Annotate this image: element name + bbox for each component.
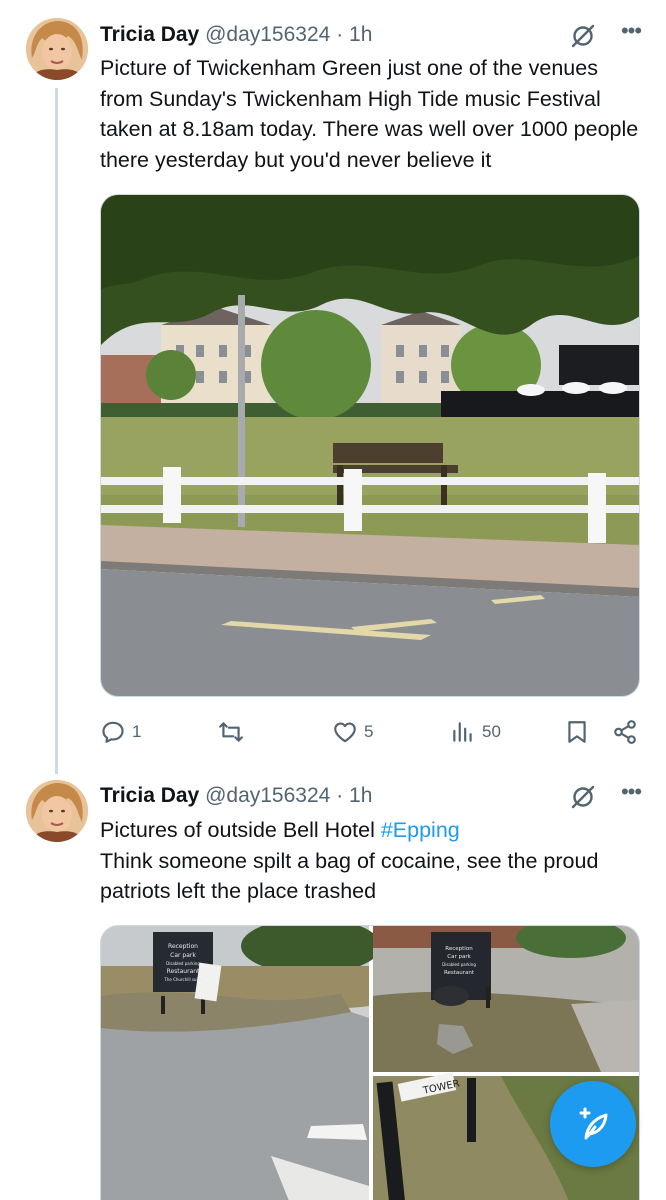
sign-text: Restaurant bbox=[444, 970, 475, 976]
tweet-1[interactable]: Tricia Day @day156324 · 1h ••• Picture o… bbox=[0, 0, 666, 775]
heart-icon bbox=[334, 722, 356, 743]
views-icon bbox=[453, 722, 472, 742]
tweet-text-rest: Think someone spilt a bag of cocaine, se… bbox=[100, 848, 599, 904]
sign-text: Disabled parking bbox=[166, 961, 200, 966]
tweet-header: Tricia Day @day156324 · 1h ••• bbox=[100, 20, 646, 50]
sign-text: Reception bbox=[168, 943, 198, 950]
tweet-text: Pictures of outside Bell Hotel #Epping T… bbox=[100, 815, 645, 907]
tweet-actions: 1 5 50 bbox=[100, 717, 645, 747]
tweet-photo[interactable] bbox=[100, 194, 640, 697]
like-button[interactable]: 5 bbox=[332, 717, 373, 747]
views-button[interactable]: 50 bbox=[450, 717, 501, 747]
bookmark-icon bbox=[568, 721, 586, 743]
tweet-photo-1[interactable]: Reception Car park Disabled parking Rest… bbox=[101, 926, 381, 1200]
author-name[interactable]: Tricia Day bbox=[100, 23, 199, 46]
share-button[interactable] bbox=[612, 717, 638, 747]
hashtag-link[interactable]: #Epping bbox=[381, 818, 460, 842]
sign-text: Reception bbox=[445, 946, 473, 952]
bookmark-button[interactable] bbox=[564, 717, 590, 747]
like-count: 5 bbox=[364, 722, 374, 741]
timestamp[interactable]: 1h bbox=[349, 23, 372, 46]
more-icon[interactable]: ••• bbox=[616, 20, 646, 50]
separator: · bbox=[336, 23, 344, 46]
separator: · bbox=[336, 784, 344, 807]
reply-icon bbox=[102, 721, 124, 743]
author-handle[interactable]: @day156324 bbox=[205, 784, 330, 807]
sign-text: Car park bbox=[447, 954, 471, 960]
more-icon[interactable]: ••• bbox=[616, 781, 646, 811]
reply-count: 1 bbox=[132, 722, 142, 741]
tweet-text-start: Pictures of outside Bell Hotel bbox=[100, 818, 381, 842]
repost-icon bbox=[219, 722, 243, 742]
grok-icon[interactable] bbox=[570, 23, 596, 49]
avatar[interactable] bbox=[26, 780, 88, 842]
timestamp[interactable]: 1h bbox=[349, 784, 372, 807]
sign-text: Disabled parking bbox=[442, 962, 476, 967]
compose-icon bbox=[579, 1107, 608, 1140]
sign-text: The Churchill suite bbox=[163, 977, 202, 982]
grok-icon[interactable] bbox=[570, 784, 596, 810]
thread-line bbox=[55, 88, 58, 774]
compose-button[interactable] bbox=[550, 1081, 636, 1167]
author-name[interactable]: Tricia Day bbox=[100, 784, 199, 807]
views-count: 50 bbox=[482, 722, 501, 741]
sign-text: Car park bbox=[170, 952, 196, 959]
sign-text: Restaurant bbox=[167, 968, 200, 975]
repost-button[interactable] bbox=[218, 717, 250, 747]
avatar[interactable] bbox=[26, 18, 88, 80]
tweet-photo-2[interactable]: Reception Car park Disabled parking Rest… bbox=[373, 926, 640, 1072]
reply-button[interactable]: 1 bbox=[100, 717, 141, 747]
tweet-text: Picture of Twickenham Green just one of … bbox=[100, 56, 639, 172]
author-handle[interactable]: @day156324 bbox=[205, 23, 330, 46]
tweet-photo-grid: Reception Car park Disabled parking Rest… bbox=[100, 925, 640, 1200]
share-icon bbox=[614, 720, 636, 744]
tweet-header: Tricia Day @day156324 · 1h ••• bbox=[100, 781, 646, 811]
